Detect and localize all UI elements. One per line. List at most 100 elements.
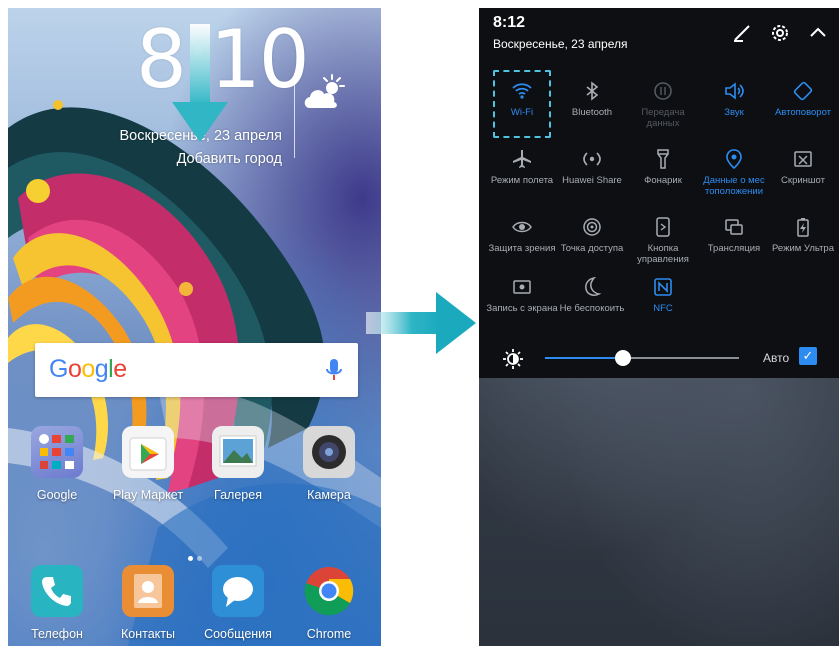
tile-label: Трансляция xyxy=(707,243,761,254)
mobile-data-icon xyxy=(654,82,672,100)
status-time: 8:12 xyxy=(493,14,526,31)
tile-wifi[interactable]: Wi-Fi xyxy=(486,80,558,118)
home-screen: 8:10 Воскресенье, 23 апреля Добавить гор… xyxy=(8,8,381,646)
tile-label: Скриншот xyxy=(781,175,825,186)
battery-icon xyxy=(797,218,809,237)
wifi-icon xyxy=(512,83,532,99)
weather-cloud-sun-icon xyxy=(304,74,345,108)
swipe-down-arrow-icon xyxy=(172,24,228,142)
time-divider xyxy=(294,73,295,158)
brightness-slider-thumb[interactable] xyxy=(614,350,631,366)
add-city-link[interactable]: Добавить город xyxy=(86,151,282,167)
flashlight-icon xyxy=(657,149,669,169)
app-gallery[interactable]: Галерея xyxy=(198,426,278,502)
tile-label: Данные о мес тоположении xyxy=(703,175,765,197)
tile-label: Точка доступа xyxy=(560,243,624,254)
collapse-chevron-up-icon[interactable] xyxy=(807,22,829,44)
hotspot-icon xyxy=(583,218,601,236)
app-label: Google xyxy=(36,488,78,502)
tile-label: Автоповорот xyxy=(774,107,832,118)
tile-nfc[interactable]: NFC xyxy=(627,276,699,314)
gallery-icon xyxy=(212,426,264,478)
tile-location[interactable]: Данные о мес тоположении xyxy=(698,148,770,197)
app-phone[interactable]: Телефон xyxy=(17,565,97,641)
cast-icon xyxy=(725,219,743,235)
nfc-icon xyxy=(654,278,672,296)
settings-gear-icon[interactable] xyxy=(769,22,791,44)
tile-flashlight[interactable]: Фонарик xyxy=(627,148,699,186)
brightness-slider-fill xyxy=(545,357,623,359)
app-google-folder[interactable]: Google xyxy=(17,426,97,502)
quick-settings-panel xyxy=(479,8,839,378)
tile-eye-comfort[interactable]: Защита зрения xyxy=(486,216,558,254)
tile-label: Кнопка управления xyxy=(637,243,689,265)
screen-record-icon xyxy=(513,280,531,294)
tile-sound[interactable]: Звук xyxy=(698,80,770,118)
google-folder-icon xyxy=(31,426,83,478)
app-label: Сообщения xyxy=(204,627,272,641)
tile-label: Фонарик xyxy=(644,175,682,186)
status-date: Воскресенье, 23 апреля xyxy=(493,37,628,51)
tile-label: Режим Ультра xyxy=(772,243,834,254)
notification-shade-screen: 8:12 Воскресенье, 23 апреля Wi-Fi Blueto… xyxy=(479,8,839,646)
google-logo: Google xyxy=(49,355,127,383)
tile-screen-record[interactable]: Запись с экрана xyxy=(486,276,558,314)
app-label: Телефон xyxy=(31,627,83,641)
tile-ultra-mode[interactable]: Режим Ультра xyxy=(767,216,839,254)
tile-label: Передача данных xyxy=(641,107,685,129)
tile-airplane-mode[interactable]: Режим полета xyxy=(486,148,558,186)
moon-icon xyxy=(585,276,602,296)
tile-do-not-disturb[interactable]: Не беспокоить xyxy=(556,276,628,314)
app-label: Контакты xyxy=(121,627,175,641)
eye-comfort-icon xyxy=(512,221,532,233)
app-contacts[interactable]: Контакты xyxy=(108,565,188,641)
google-search-bar[interactable]: Google xyxy=(35,343,358,397)
tile-label: Режим полета xyxy=(490,175,554,186)
tile-label: Запись с экрана xyxy=(486,303,558,314)
app-camera[interactable]: Камера xyxy=(289,426,369,502)
tile-cast[interactable]: Трансляция xyxy=(698,216,770,254)
app-label: Play Маркет xyxy=(112,488,184,502)
messages-icon xyxy=(212,565,264,617)
tile-mobile-data[interactable]: Передача данных xyxy=(627,80,699,129)
tile-auto-rotate[interactable]: Автоповорот xyxy=(767,80,839,118)
play-store-icon xyxy=(122,426,174,478)
bluetooth-icon xyxy=(586,81,599,101)
contacts-icon xyxy=(122,565,174,617)
tile-label: Bluetooth xyxy=(571,107,613,118)
brightness-icon xyxy=(503,349,523,369)
sound-icon xyxy=(725,82,744,100)
chrome-icon xyxy=(303,565,355,617)
app-play-market[interactable]: Play Маркет xyxy=(108,426,188,502)
nav-button-icon xyxy=(656,217,670,237)
tile-screenshot[interactable]: Скриншот xyxy=(767,148,839,186)
tile-label: Защита зрения xyxy=(488,243,556,254)
app-messages[interactable]: Сообщения xyxy=(198,565,278,641)
camera-icon xyxy=(303,426,355,478)
app-chrome[interactable]: Chrome xyxy=(289,565,369,641)
tile-label: Wi-Fi xyxy=(510,107,534,118)
tile-label: Звук xyxy=(724,107,744,118)
tile-nav-button[interactable]: Кнопка управления xyxy=(627,216,699,265)
transition-arrow-icon xyxy=(366,292,476,354)
tile-label: Не беспокоить xyxy=(559,303,625,314)
microphone-icon[interactable] xyxy=(325,358,343,382)
auto-rotate-icon xyxy=(793,81,813,101)
edit-icon[interactable] xyxy=(731,22,753,44)
screenshot-icon xyxy=(794,151,812,167)
phone-icon xyxy=(31,565,83,617)
tile-label: NFC xyxy=(653,303,673,314)
tile-hotspot[interactable]: Точка доступа xyxy=(556,216,628,254)
app-label: Камера xyxy=(307,488,351,502)
location-icon xyxy=(726,149,742,170)
huawei-share-icon xyxy=(583,152,601,166)
page-indicator xyxy=(188,548,218,561)
tile-bluetooth[interactable]: Bluetooth xyxy=(556,80,628,118)
auto-brightness-checkbox[interactable]: ✓ xyxy=(799,347,817,365)
app-label: Chrome xyxy=(306,627,352,641)
tile-label: Huawei Share xyxy=(562,175,622,186)
app-label: Галерея xyxy=(214,488,262,502)
airplane-icon xyxy=(513,150,531,168)
auto-brightness-label: Авто xyxy=(763,351,790,365)
tile-huawei-share[interactable]: Huawei Share xyxy=(556,148,628,186)
